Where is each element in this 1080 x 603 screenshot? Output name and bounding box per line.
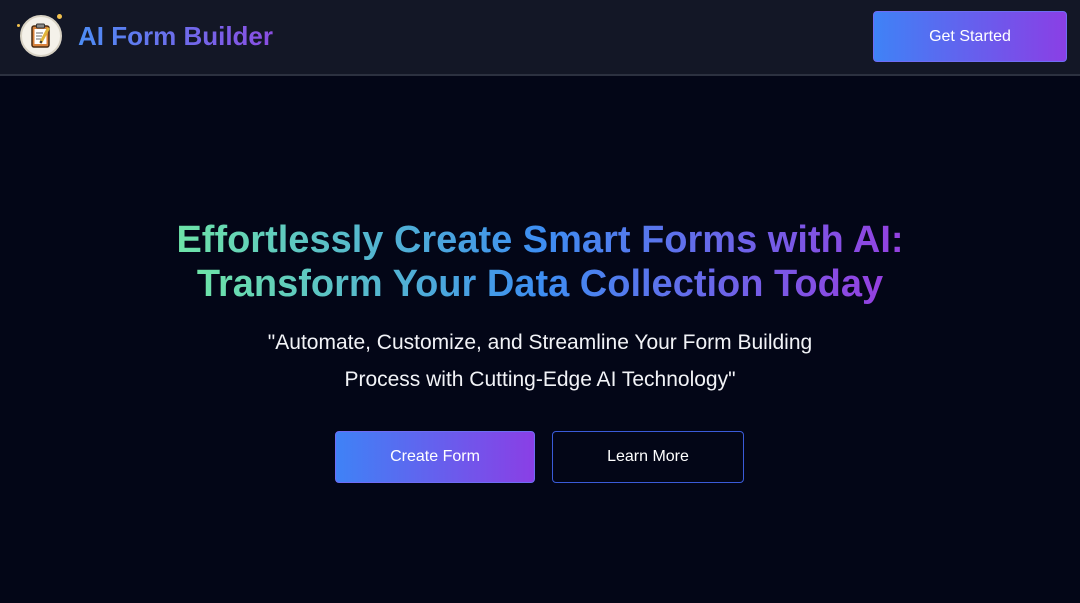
- hero-headline: Effortlessly Create Smart Forms with AI:…: [0, 218, 1080, 306]
- clipboard-pencil-icon[interactable]: [20, 15, 62, 57]
- get-started-button[interactable]: Get Started: [873, 11, 1067, 62]
- sparkle-icon: [57, 14, 62, 19]
- top-navbar: AI Form Builder Get Started: [0, 0, 1080, 76]
- brand-title[interactable]: AI Form Builder: [78, 18, 273, 54]
- hero-headline-line2: Transform Your Data Collection Today: [196, 263, 884, 305]
- hero-headline-line1: Effortlessly Create Smart Forms with AI:: [176, 219, 904, 261]
- sparkle-icon: [17, 24, 20, 27]
- create-form-button[interactable]: Create Form: [335, 431, 535, 483]
- hero-subtitle: "Automate, Customize, and Streamline You…: [267, 331, 813, 391]
- learn-more-button[interactable]: Learn More: [552, 431, 744, 483]
